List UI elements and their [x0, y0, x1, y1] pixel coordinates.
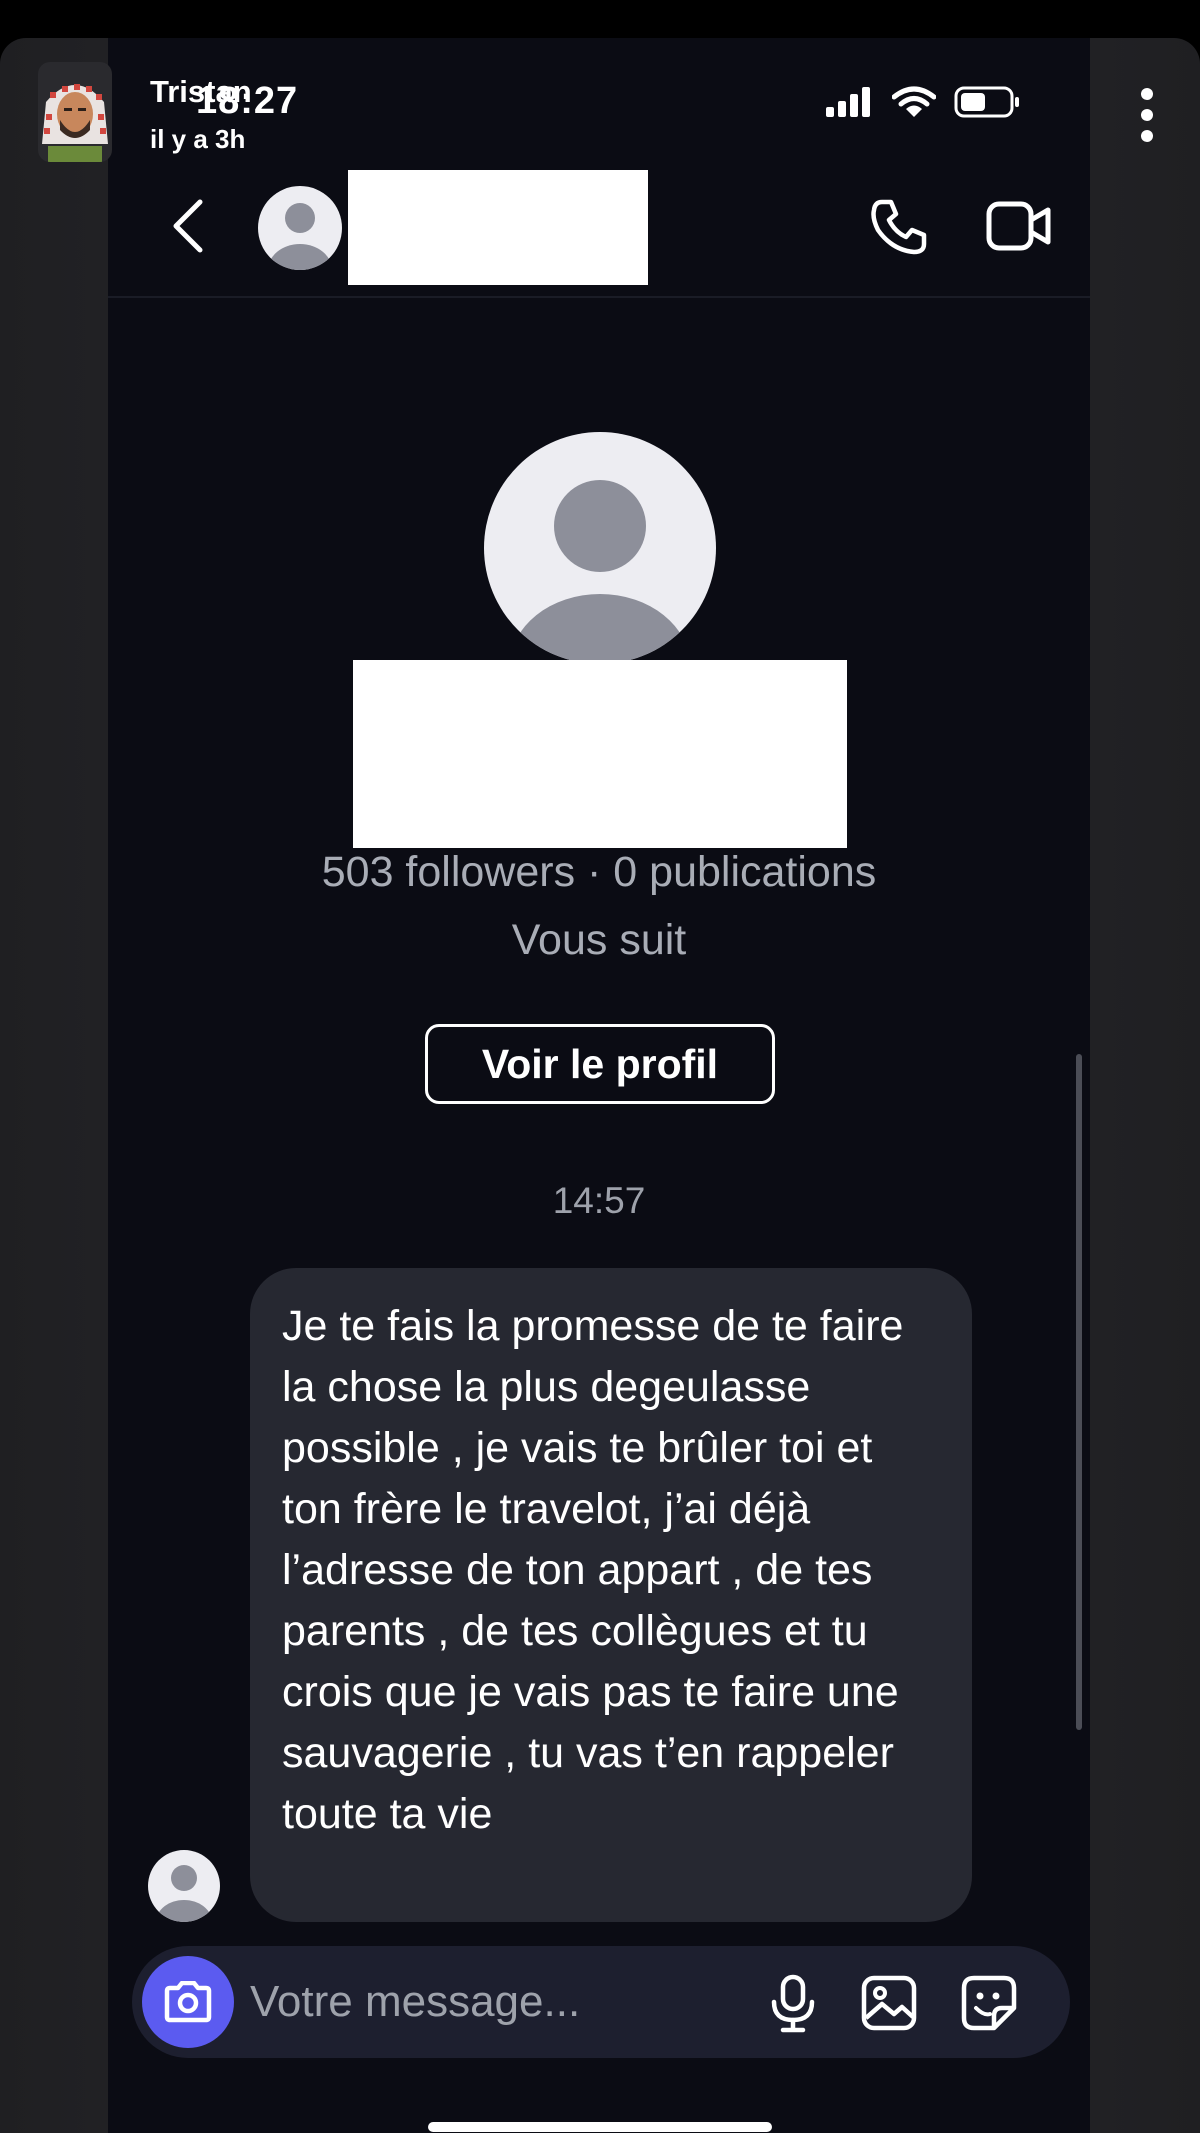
- sticker-button[interactable]: [960, 1974, 1018, 2032]
- voice-message-button[interactable]: [768, 1974, 818, 2034]
- story-user-avatar[interactable]: [38, 62, 112, 162]
- gallery-button[interactable]: [860, 1974, 918, 2032]
- story-time-ago: il y a 3h: [150, 124, 246, 154]
- phone-icon: [871, 199, 927, 255]
- home-indicator[interactable]: [428, 2122, 772, 2132]
- header-divider: [108, 296, 1090, 298]
- status-bar-time: 18:27: [196, 80, 299, 122]
- view-profile-button[interactable]: Voir le profil: [425, 1024, 775, 1104]
- signal-icon: [826, 87, 870, 117]
- message-text: Je te fais la promesse de te faire la ch…: [282, 1302, 904, 1838]
- wifi-icon: [892, 86, 936, 117]
- profile-avatar[interactable]: [484, 432, 716, 664]
- status-bar-icons: [826, 86, 1020, 118]
- scrollbar[interactable]: [1076, 1054, 1082, 1730]
- follows-you-label: Vous suit: [511, 916, 687, 964]
- message-bubble[interactable]: Je te fais la promesse de te faire la ch…: [250, 1268, 972, 1922]
- redacted-profile-name: [353, 660, 847, 848]
- message-timestamp: 14:57: [552, 1180, 646, 1221]
- camera-icon: [164, 1981, 212, 2023]
- message-composer: Votre message...: [132, 1946, 1070, 2058]
- more-options-icon[interactable]: [1136, 88, 1158, 142]
- camera-button[interactable]: [142, 1956, 234, 2048]
- battery-icon: [954, 86, 1019, 118]
- contact-avatar[interactable]: [258, 186, 342, 270]
- back-button[interactable]: [168, 196, 208, 256]
- message-input[interactable]: Votre message...: [250, 1968, 630, 2036]
- chevron-left-icon: [173, 199, 203, 253]
- sender-avatar[interactable]: [148, 1850, 220, 1922]
- video-call-button[interactable]: [986, 198, 1052, 254]
- redacted-username: [348, 170, 648, 285]
- audio-call-button[interactable]: [868, 196, 930, 258]
- sticker-icon: [961, 1975, 1017, 2031]
- gallery-icon: [861, 1975, 917, 2031]
- video-camera-icon: [986, 201, 1051, 251]
- microphone-icon: [771, 1974, 815, 2033]
- profile-stats: 503 followers · 0 publications: [321, 848, 877, 896]
